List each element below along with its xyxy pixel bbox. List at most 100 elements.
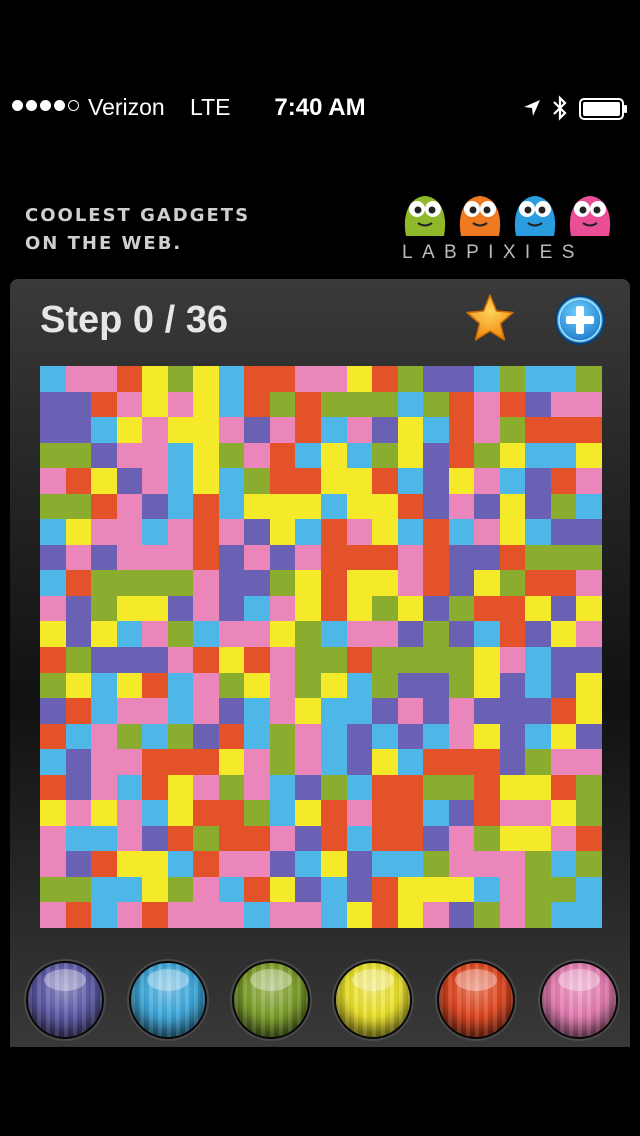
- board-cell: [142, 366, 168, 392]
- board-cell: [269, 825, 296, 852]
- board-cell: [40, 851, 66, 877]
- board-cell: [499, 851, 526, 877]
- board-cell: [474, 595, 500, 622]
- board-cell: [397, 493, 424, 520]
- board-cell: [499, 672, 526, 699]
- board-cell: [269, 672, 296, 699]
- board-cell: [320, 417, 347, 443]
- board-cell: [525, 698, 551, 724]
- board-cell: [142, 493, 168, 520]
- board-cell: [576, 544, 602, 571]
- board-cell: [244, 672, 270, 699]
- board-cell: [499, 570, 526, 596]
- board-cell: [167, 442, 194, 469]
- board-cell: [244, 595, 270, 622]
- board-cell: [295, 749, 321, 775]
- board-cell: [65, 749, 92, 775]
- board-cell: [499, 366, 526, 392]
- board-cell: [550, 366, 577, 392]
- board-cell: [40, 698, 66, 724]
- board-cell: [448, 493, 475, 520]
- board-cell: [474, 391, 500, 418]
- board-cell: [167, 800, 194, 826]
- board-cell: [167, 519, 194, 545]
- board-cell: [525, 366, 551, 392]
- board-cell: [295, 442, 321, 469]
- board-cell: [269, 570, 296, 596]
- board-cell: [423, 417, 449, 443]
- board-cell: [423, 876, 449, 903]
- board-cell: [142, 570, 168, 596]
- add-button[interactable]: [554, 294, 606, 346]
- board-cell: [346, 621, 373, 647]
- board-cell: [167, 825, 194, 852]
- board-cell: [116, 672, 143, 699]
- board-cell: [576, 391, 602, 418]
- board-cell: [244, 902, 270, 928]
- board-cell: [320, 493, 347, 520]
- board-cell: [448, 544, 475, 571]
- star-button[interactable]: [462, 291, 518, 347]
- board-cell: [550, 570, 577, 596]
- board-cell: [218, 825, 245, 852]
- board-cell: [499, 749, 526, 775]
- color-button-green[interactable]: [231, 961, 310, 1039]
- board-cell: [372, 468, 398, 494]
- battery-icon: [579, 98, 627, 120]
- board-cell: [346, 570, 373, 596]
- board-cell: [167, 723, 194, 750]
- board-cell: [423, 391, 449, 418]
- board-cell: [193, 570, 219, 596]
- board-cell: [91, 800, 117, 826]
- board-cell: [65, 493, 92, 520]
- board-cell: [576, 876, 602, 903]
- board-cell: [116, 774, 143, 801]
- board-cell: [65, 646, 92, 673]
- board-cell: [346, 774, 373, 801]
- board-cell: [474, 519, 500, 545]
- board-cell: [397, 366, 424, 392]
- color-button-blue[interactable]: [128, 961, 207, 1039]
- board-cell: [346, 672, 373, 699]
- board-cell: [40, 519, 66, 545]
- color-button-pink[interactable]: [540, 961, 618, 1039]
- board-cell: [269, 468, 296, 494]
- board-cell: [474, 749, 500, 775]
- board-cell: [167, 698, 194, 724]
- board-cell: [320, 876, 347, 903]
- board-cell: [448, 672, 475, 699]
- board-cell: [244, 391, 270, 418]
- board-cell: [295, 391, 321, 418]
- color-button-yellow[interactable]: [334, 961, 413, 1039]
- board-cell: [550, 902, 577, 928]
- board-cell: [397, 646, 424, 673]
- board-cell: [116, 570, 143, 596]
- mascot-icon: [514, 196, 556, 236]
- board-cell: [372, 519, 398, 545]
- board-cell: [397, 672, 424, 699]
- color-button-purple[interactable]: [26, 961, 104, 1039]
- board-cell: [397, 570, 424, 596]
- board-cell: [91, 544, 117, 571]
- board-cell: [423, 774, 449, 801]
- board-cell: [423, 621, 449, 647]
- board-cell: [550, 800, 577, 826]
- board-cell: [423, 902, 449, 928]
- board-cell: [576, 417, 602, 443]
- board-cell: [372, 417, 398, 443]
- board-cell: [65, 621, 92, 647]
- board-cell: [65, 902, 92, 928]
- board-cell: [550, 442, 577, 469]
- board-cell: [525, 723, 551, 750]
- board-cell: [142, 698, 168, 724]
- board-cell: [423, 851, 449, 877]
- color-button-red[interactable]: [437, 961, 516, 1039]
- board-cell: [397, 544, 424, 571]
- board-cell: [448, 621, 475, 647]
- board-cell: [448, 417, 475, 443]
- board-cell: [65, 366, 92, 392]
- ad-banner[interactable]: COOLEST GADGETS ON THE WEB. LABPIXIES: [0, 178, 640, 268]
- board-cell: [550, 698, 577, 724]
- board-cell: [218, 800, 245, 826]
- board-cell: [372, 621, 398, 647]
